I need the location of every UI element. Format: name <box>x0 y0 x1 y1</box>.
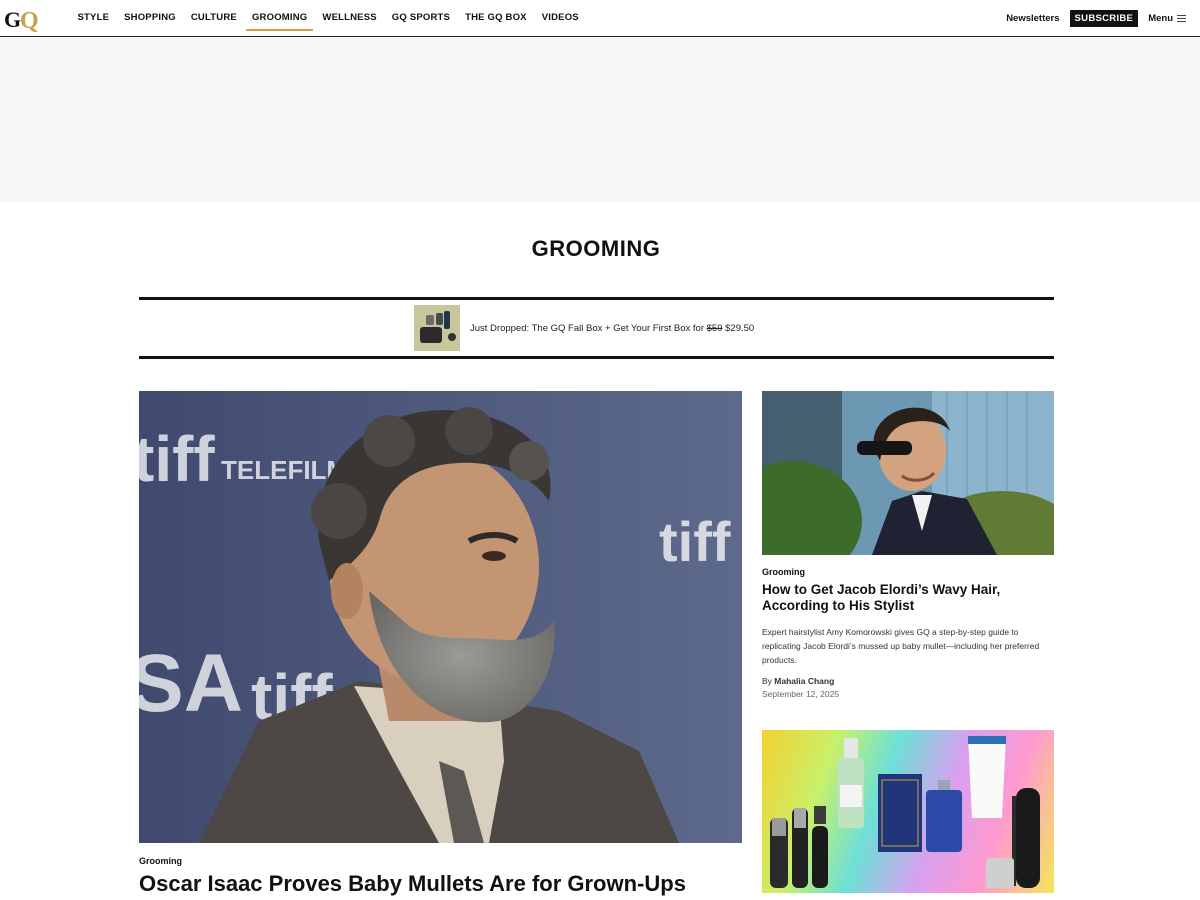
gq-box-thumbnail[interactable] <box>414 305 460 351</box>
nav-grooming[interactable]: GROOMING <box>244 0 314 36</box>
main-nav: STYLE SHOPPING CULTURE GROOMING WELLNESS… <box>70 0 586 36</box>
new-price: $29.50 <box>725 322 755 334</box>
ad-placeholder <box>0 37 1200 202</box>
side-story-dek: Expert hairstylist Amy Komorowski gives … <box>762 627 1040 665</box>
nav-style[interactable]: STYLE <box>70 0 117 36</box>
side-story-headline[interactable]: How to Get Jacob Elordi’s Wavy Hair, Acc… <box>762 582 1052 614</box>
nav-shopping[interactable]: SHOPPING <box>117 0 184 36</box>
menu-label: Menu <box>1148 12 1173 24</box>
side-story-rubric[interactable]: Grooming <box>762 567 805 577</box>
svg-text:Q: Q <box>20 8 39 32</box>
top-navigation-bar: G Q STYLE SHOPPING CULTURE GROOMING WELL… <box>0 0 1200 37</box>
products-image[interactable] <box>762 730 1054 893</box>
svg-text:G: G <box>4 7 21 32</box>
page-title: GROOMING <box>531 236 661 261</box>
hero-headline[interactable]: Oscar Isaac Proves Baby Mullets Are for … <box>139 870 759 898</box>
utility-nav: Newsletters SUBSCRIBE Menu <box>1006 0 1186 36</box>
nav-gq-sports[interactable]: GQ SPORTS <box>384 0 457 36</box>
nav-videos[interactable]: VIDEOS <box>534 0 586 36</box>
menu-button[interactable]: Menu <box>1148 13 1186 24</box>
hero-image[interactable]: tiff TELEFILM SA tiff tiff <box>139 391 742 843</box>
newsletters-link[interactable]: Newsletters <box>1006 13 1059 24</box>
side-story-date: September 12, 2025 <box>762 689 840 699</box>
backdrop-word: SA <box>139 638 243 729</box>
side-story-byline: By Mahalia Chang <box>762 676 835 686</box>
nav-wellness[interactable]: WELLNESS <box>315 0 384 36</box>
nav-the-gq-box[interactable]: THE GQ BOX <box>458 0 535 36</box>
gq-logo[interactable]: G Q <box>4 6 44 34</box>
old-price: $59 <box>706 322 723 334</box>
nav-culture[interactable]: CULTURE <box>183 0 244 36</box>
menu-icon <box>1177 14 1186 22</box>
hero-rubric[interactable]: Grooming <box>139 856 182 866</box>
backdrop-word: tiff <box>659 510 731 573</box>
side-story-image[interactable] <box>762 391 1054 555</box>
promo-text[interactable]: Just Dropped: The GQ Fall Box + Get Your… <box>470 323 754 334</box>
backdrop-word: tiff <box>139 423 215 495</box>
promo-strip[interactable]: Just Dropped: The GQ Fall Box + Get Your… <box>139 297 1054 359</box>
subscribe-button[interactable]: SUBSCRIBE <box>1069 9 1139 27</box>
author-link[interactable]: Mahalia Chang <box>774 676 834 686</box>
